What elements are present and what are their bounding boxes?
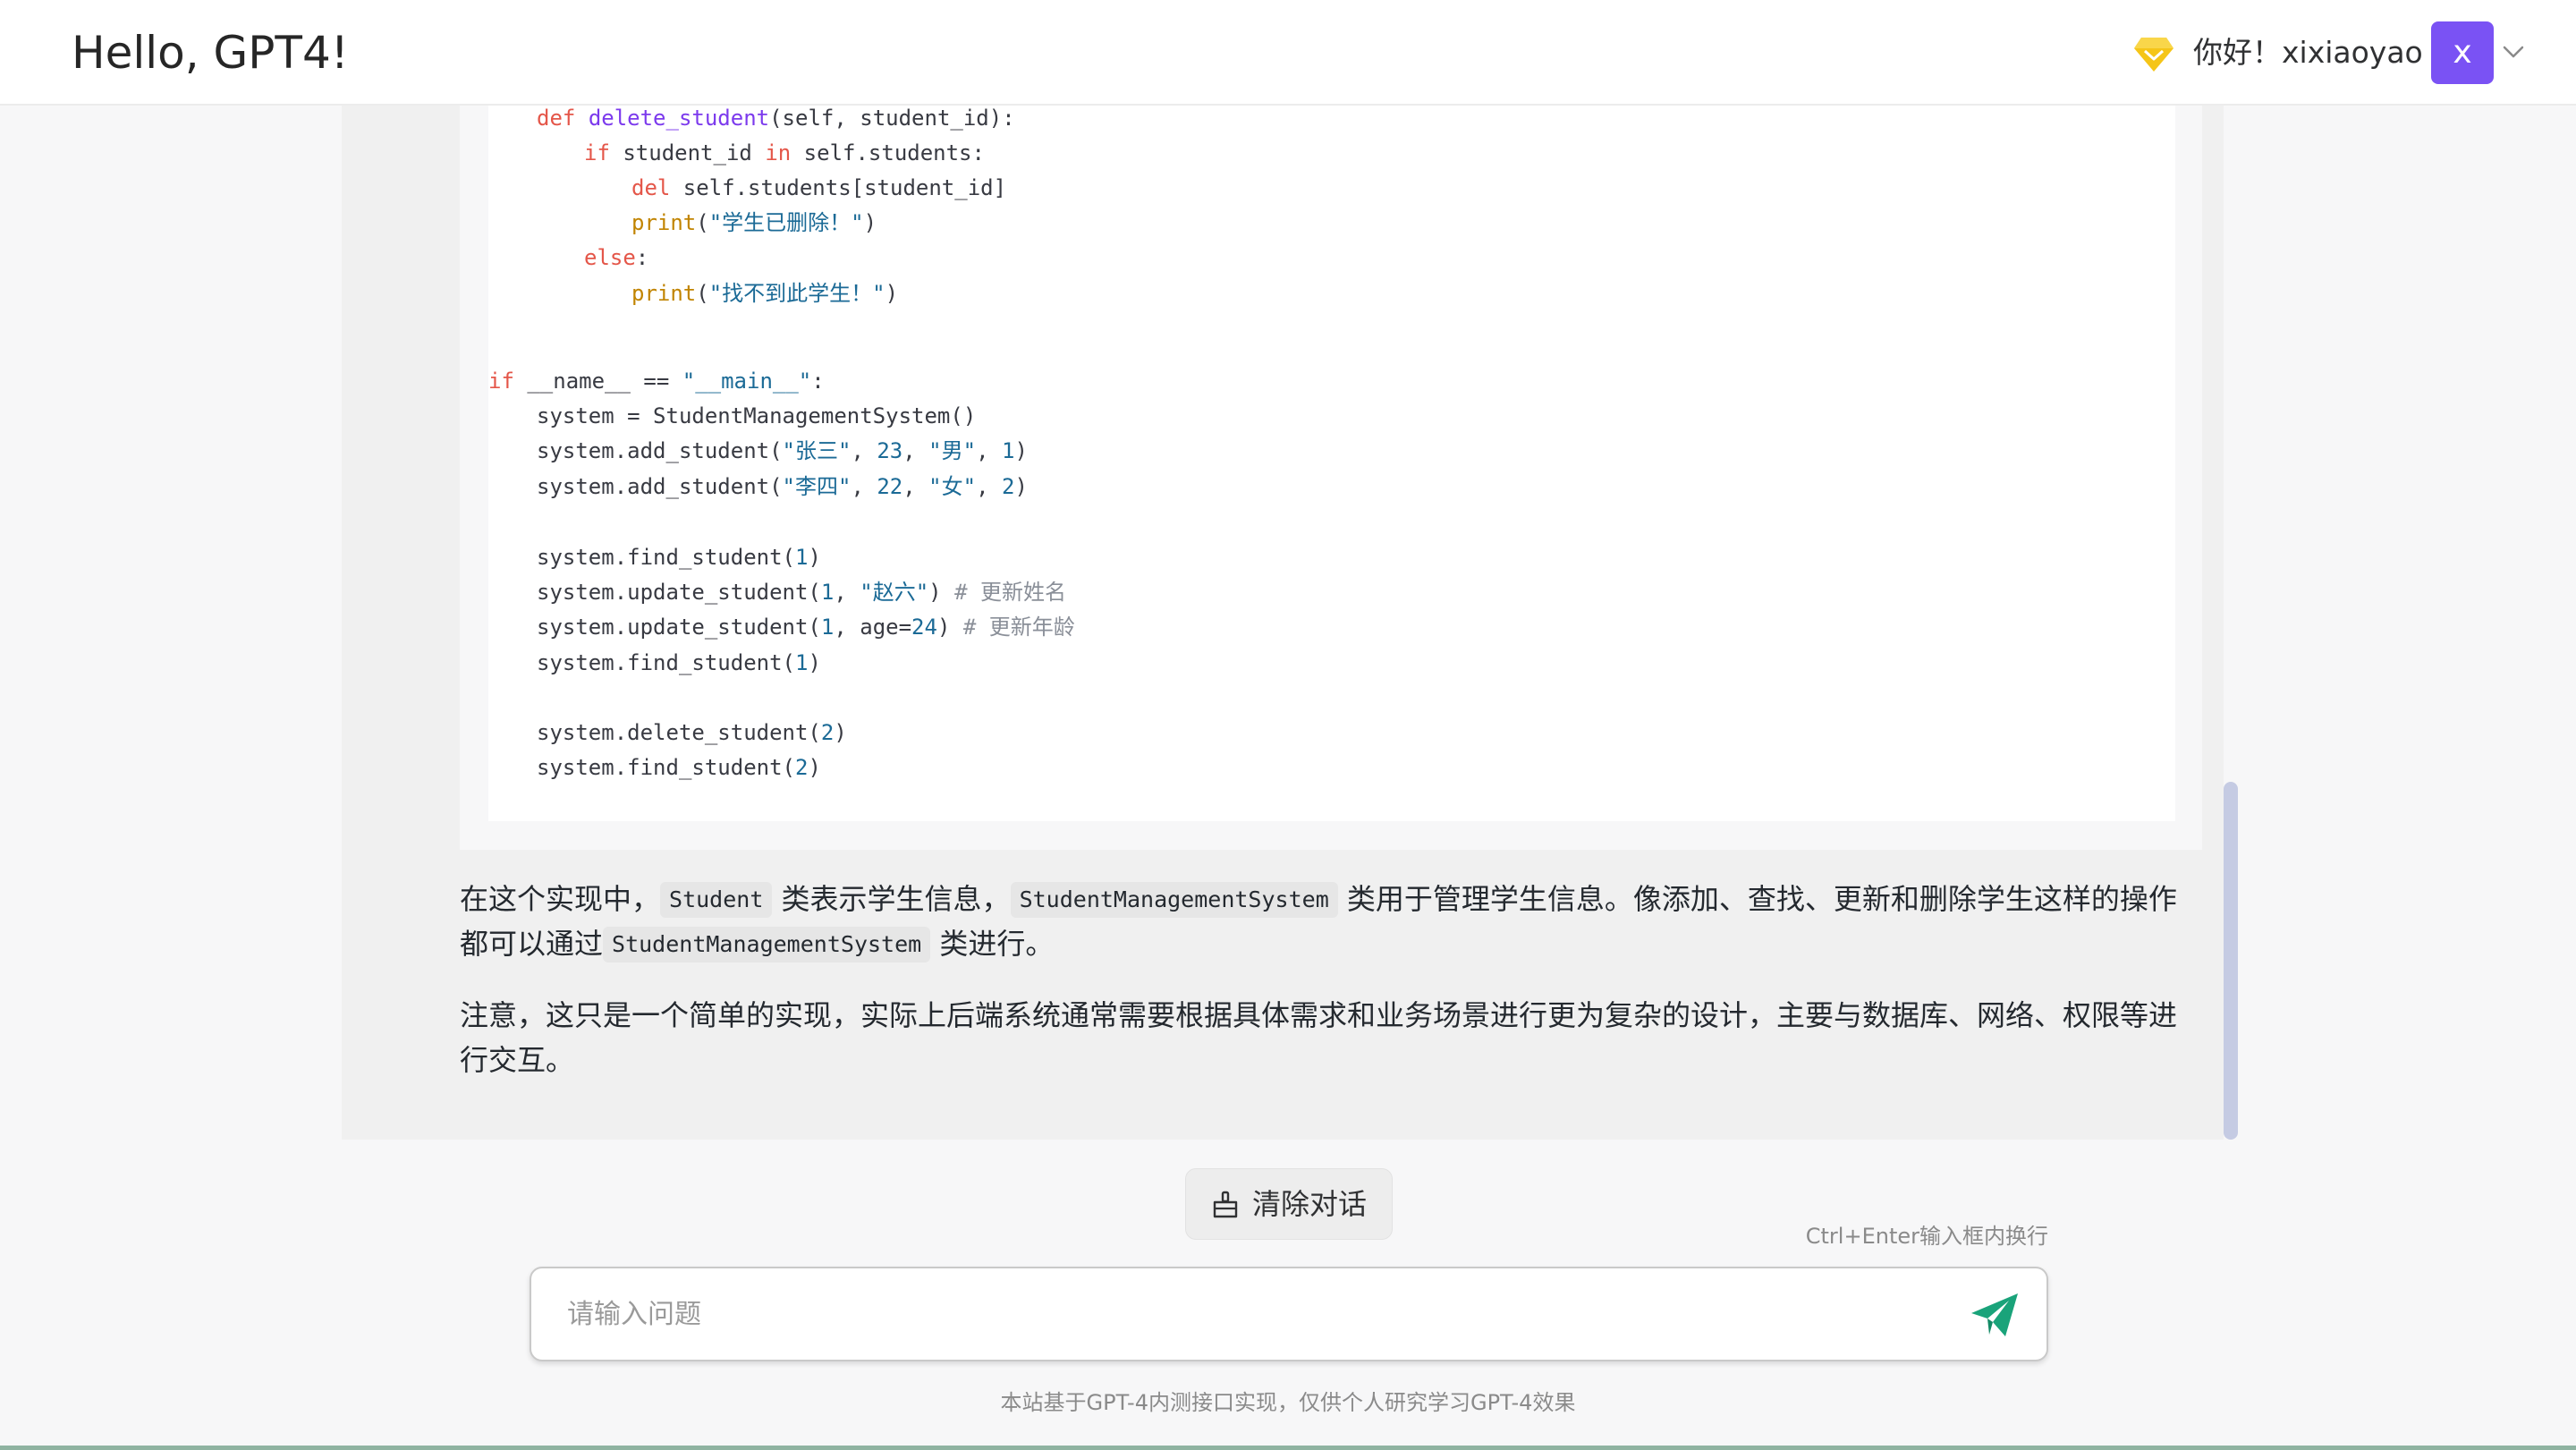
answer-paragraph-2: 注意，这只是一个简单的实现，实际上后端系统通常需要根据具体需求和业务场景进行更为… [460,998,2178,1077]
code-line: system.find_student(1) [537,650,821,675]
inline-code: StudentManagementSystem [603,927,931,962]
code-line: system.find_student(1) [537,545,821,570]
code-line: else: [584,245,649,270]
diamond-icon [2134,38,2174,72]
broom-icon [1213,1191,1238,1218]
code-line: def delete_student(self, student_id): [537,106,1015,131]
inline-code: StudentManagementSystem [1010,882,1338,918]
clear-conversation-button[interactable]: 清除对话 [1185,1168,1393,1240]
code-line: system.update_student(1, "赵六") # 更新姓名 [537,580,1066,605]
code-line: print("学生已删除！") [631,210,877,235]
code-line: system.add_student("李四", 22, "女", 2) [537,474,1028,499]
question-input[interactable] [565,1288,1928,1340]
question-input-box [530,1267,2048,1361]
code-line: if __name__ == "__main__": [488,369,825,394]
avatar[interactable]: x [2431,21,2494,84]
send-icon[interactable] [1970,1292,2020,1340]
clear-conversation-label: 清除对话 [1252,1187,1368,1221]
code-block: def delete_student(self, student_id): if… [488,106,2175,821]
top-header: Hello, GPT4! 你好！xixiaoyao x [0,0,2576,106]
scrollbar-thumb[interactable] [2224,782,2238,1140]
user-greeting: 你好！xixiaoyao [2193,35,2423,70]
footer-note: 本站基于GPT-4内测接口实现，仅供个人研究学习GPT-4效果 [1000,1390,1576,1415]
chevron-down-icon[interactable] [2501,42,2526,62]
code-line: system.find_student(2) [537,755,821,780]
code-line: system.update_student(1, age=24) # 更新年龄 [537,615,1075,640]
code-line: del self.students[student_id] [631,175,1007,200]
code-line: if student_id in self.students: [584,140,985,165]
code-line: system.add_student("张三", 23, "男", 1) [537,438,1028,463]
code-line: system = StudentManagementSystem() [537,403,977,428]
code-line: print("找不到此学生！") [631,281,899,306]
newline-hint: Ctrl+Enter输入框内换行 [1805,1224,2048,1249]
bottom-divider [0,1446,2576,1450]
code-line: system.delete_student(2) [537,720,847,745]
app-title: Hello, GPT4! [72,27,349,79]
inline-code: Student [660,882,773,918]
answer-paragraph-1: 在这个实现中， Student 类表示学生信息， StudentManagement… [460,882,2177,962]
